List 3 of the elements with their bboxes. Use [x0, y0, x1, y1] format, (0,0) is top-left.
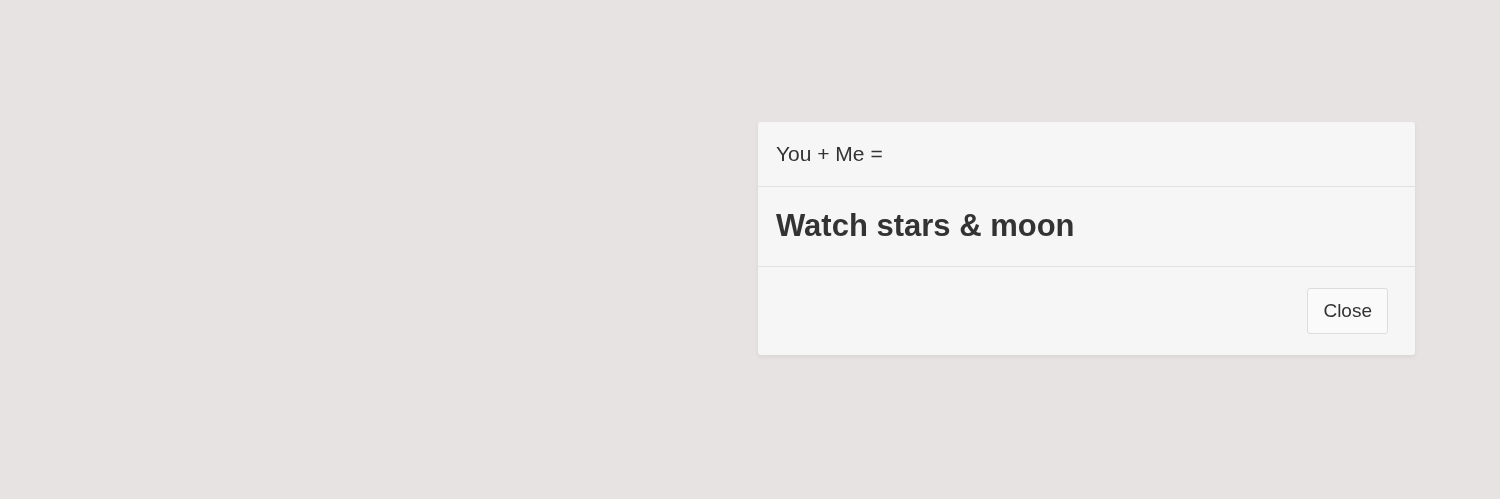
close-button[interactable]: Close: [1307, 287, 1388, 335]
dialog-message: Watch stars & moon: [776, 207, 1075, 246]
dialog-title: You + Me =: [776, 141, 883, 168]
